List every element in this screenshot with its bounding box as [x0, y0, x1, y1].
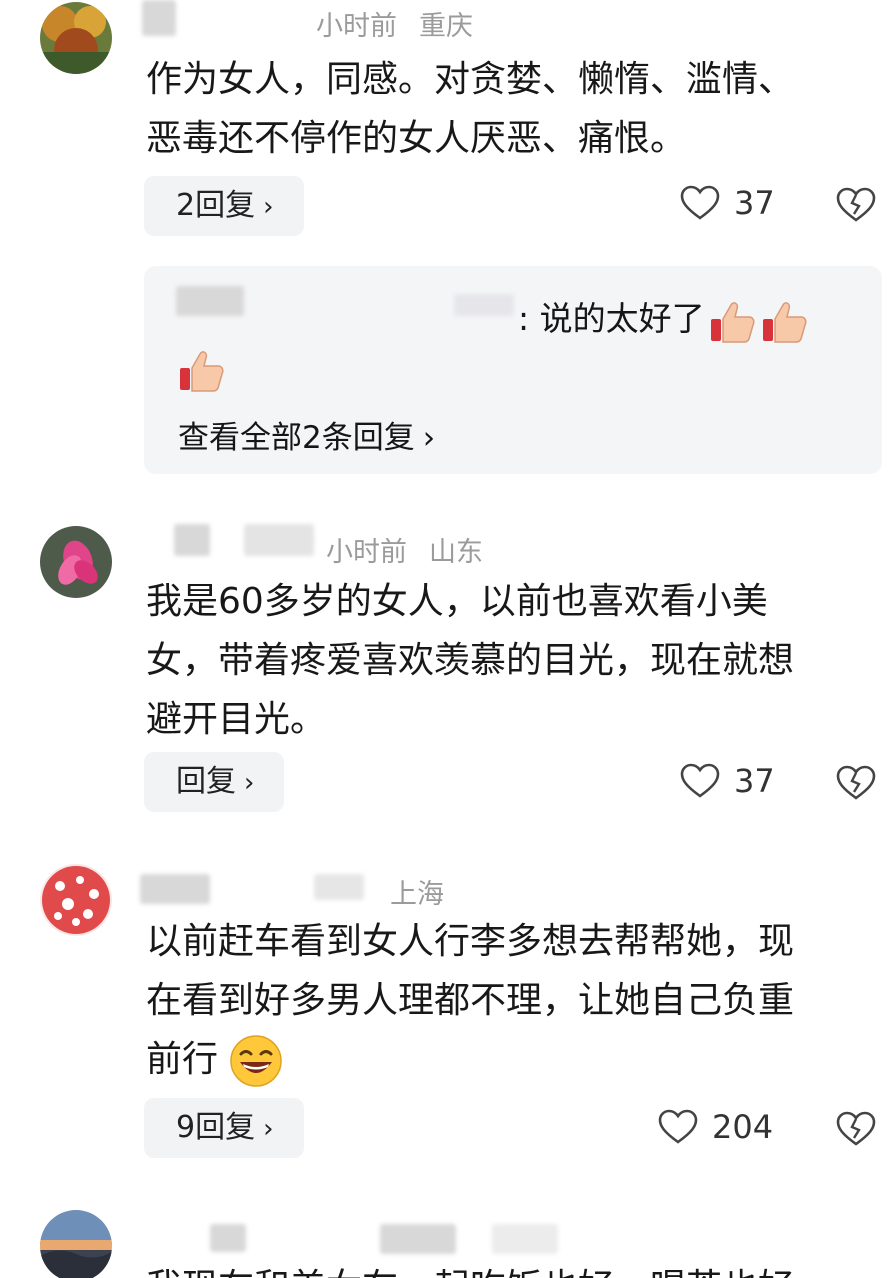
comment-location: 重庆 — [419, 11, 473, 42]
chevron-right-icon: › — [244, 768, 255, 798]
comment-location: 山东 — [429, 537, 483, 568]
comment-time: 小时前 — [326, 537, 407, 568]
comment-item: 上海 以前赶车看到女人行李多想去帮帮她，现 在看到好多男人理都不理，让她自己负重… — [0, 860, 894, 1180]
comment-time: 小时前 — [316, 11, 397, 42]
comment-text: 作为女人，同感。对贪婪、懒惰、滥情、 恶毒还不停作的女人厌恶、痛恨。 — [146, 59, 795, 159]
comment-item: 小时前 重庆 作为女人，同感。对贪婪、懒惰、滥情、 恶毒还不停作的女人厌恶、痛恨。… — [0, 0, 894, 490]
avatar[interactable] — [40, 1210, 112, 1278]
laughing-emoji — [230, 1035, 283, 1087]
avatar[interactable] — [40, 864, 112, 936]
like-count: 37 — [734, 184, 775, 222]
reply-button[interactable]: 回复 › — [144, 752, 285, 812]
comment-meta: 小时前 重庆 — [316, 4, 495, 43]
comment-text: 以前赶车看到女人行李多想去帮帮她，现 在看到好多男人理都不理，让她自己负重 前行 — [146, 912, 886, 1089]
comment-location: 上海 — [390, 879, 444, 910]
broken-heart-icon[interactable] — [836, 764, 876, 802]
thumbs-up-emoji — [710, 301, 755, 343]
heart-outline-icon — [680, 763, 720, 798]
reply-button[interactable]: 9回复 › — [144, 1098, 304, 1158]
view-all-replies-link[interactable]: 查看全部2条回复 › — [178, 412, 435, 457]
broken-heart-icon[interactable] — [836, 186, 876, 224]
avatar[interactable] — [40, 526, 112, 598]
like-button[interactable]: 37 — [680, 762, 775, 800]
chevron-right-icon: › — [263, 192, 274, 222]
chevron-right-icon: › — [422, 420, 436, 456]
heart-outline-icon — [680, 185, 720, 220]
comment-text: 我是60多岁的女人，以前也喜欢看小美 女，带着疼爱喜欢羡慕的目光，现在就想 避开… — [146, 581, 795, 740]
thumbs-up-emoji — [762, 301, 807, 343]
sub-reply-text: : 说的太好了 — [518, 292, 809, 345]
comment-text: 我现在和美女在一起吃饭也好，喝茶也好 — [146, 1258, 886, 1278]
broken-heart-icon[interactable] — [836, 1110, 876, 1148]
like-count: 37 — [734, 762, 775, 800]
comment-item: 我现在和美女在一起吃饭也好，喝茶也好 — [0, 1206, 894, 1278]
comment-meta: 上海 — [368, 872, 466, 911]
chevron-right-icon: › — [263, 1114, 274, 1144]
sub-reply-box: : 说的太好了 查看全部2条回复 › — [144, 266, 882, 474]
reply-button[interactable]: 2回复 › — [144, 176, 304, 236]
comment-item: 小时前 山东 我是60多岁的女人，以前也喜欢看小美 女，带着疼爱喜欢羡慕的目光，现… — [0, 516, 894, 826]
like-button[interactable]: 204 — [658, 1108, 773, 1146]
like-count: 204 — [712, 1108, 774, 1146]
heart-outline-icon — [658, 1109, 698, 1144]
avatar[interactable] — [40, 2, 112, 74]
comment-meta: 小时前 山东 — [326, 530, 505, 569]
like-button[interactable]: 37 — [680, 184, 775, 222]
thumbs-up-emoji — [180, 351, 224, 392]
